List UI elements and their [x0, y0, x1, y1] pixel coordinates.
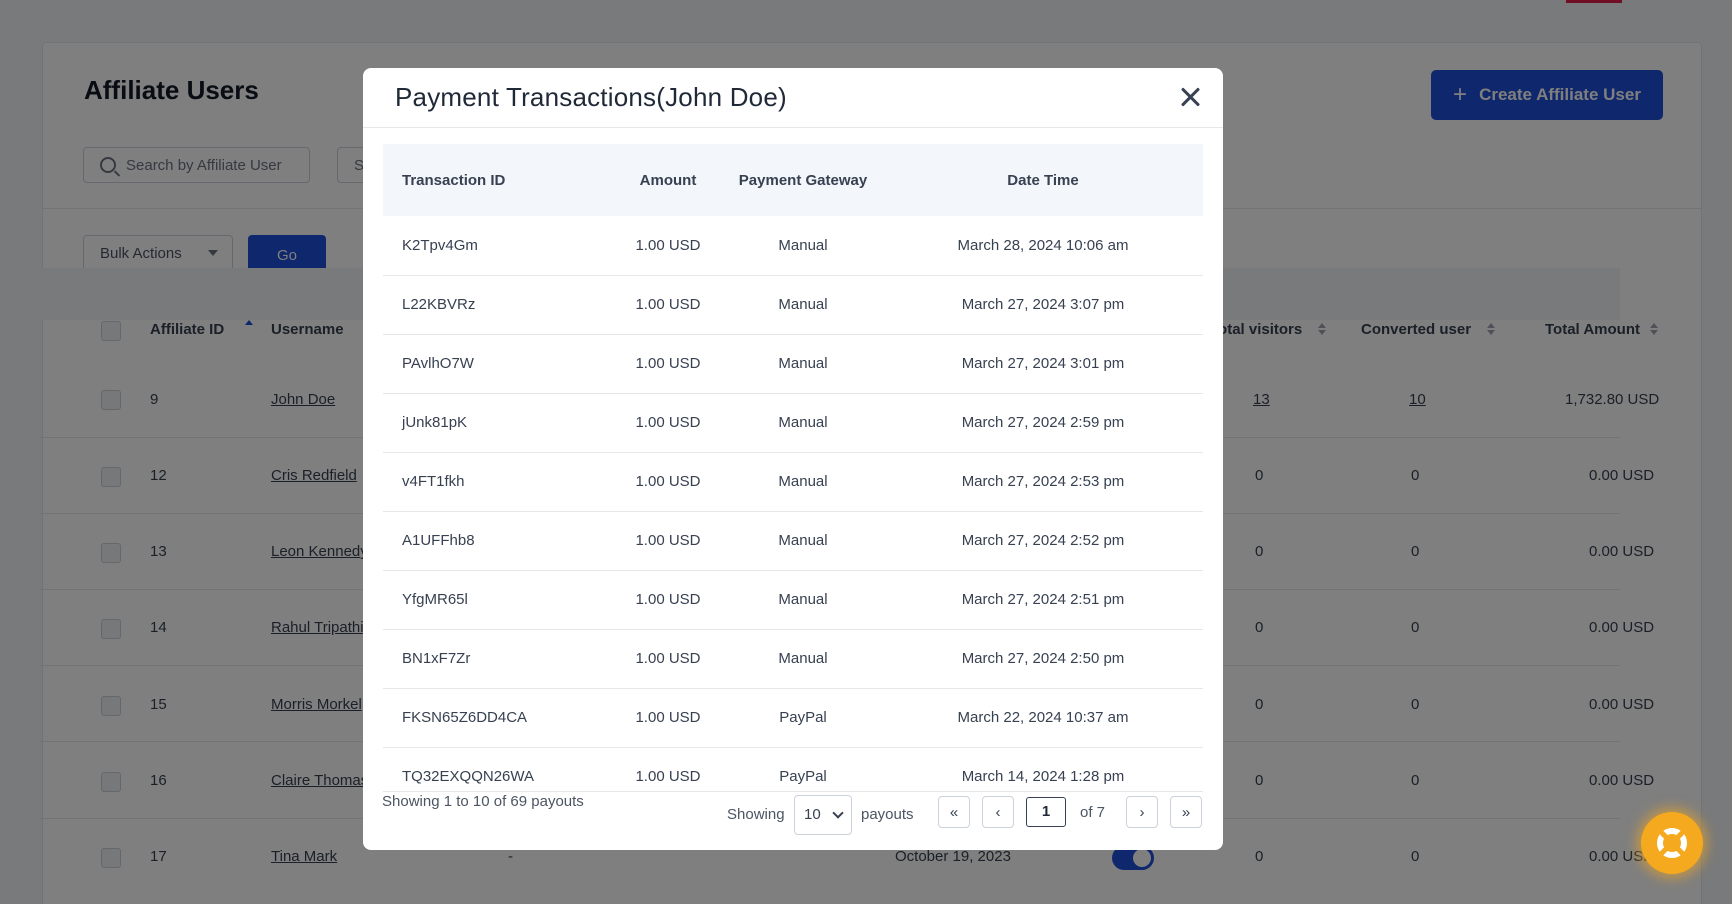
- table-row: v4FT1fkh 1.00 USD Manual March 27, 2024 …: [383, 452, 1203, 512]
- per-page-value: 10: [804, 806, 821, 823]
- modal-title: Payment Transactions(John Doe): [395, 82, 787, 112]
- transaction-datetime: March 27, 2024 2:59 pm: [883, 393, 1203, 453]
- table-row: FKSN65Z6DD4CA 1.00 USD PayPal March 22, …: [383, 688, 1203, 748]
- transaction-id: A1UFFhb8: [383, 511, 613, 571]
- transaction-datetime: March 28, 2024 10:06 am: [883, 216, 1203, 276]
- table-row: L22KBVRz 1.00 USD Manual March 27, 2024 …: [383, 275, 1203, 335]
- help-widget-icon: [1657, 828, 1687, 858]
- transaction-amount: 1.00 USD: [613, 334, 723, 394]
- table-row: YfgMR65l 1.00 USD Manual March 27, 2024 …: [383, 570, 1203, 630]
- first-page-button[interactable]: «: [938, 796, 970, 828]
- table-row: A1UFFhb8 1.00 USD Manual March 27, 2024 …: [383, 511, 1203, 571]
- transaction-id: K2Tpv4Gm: [383, 216, 613, 276]
- showing-label: Showing: [727, 806, 785, 823]
- transaction-id: FKSN65Z6DD4CA: [383, 688, 613, 748]
- transaction-id: L22KBVRz: [383, 275, 613, 335]
- transaction-amount: 1.00 USD: [613, 629, 723, 689]
- transaction-gateway: PayPal: [723, 688, 883, 748]
- transaction-amount: 1.00 USD: [613, 511, 723, 571]
- payment-transactions-modal: Payment Transactions(John Doe) Transacti…: [363, 68, 1223, 850]
- transaction-amount: 1.00 USD: [613, 393, 723, 453]
- transaction-gateway: Manual: [723, 629, 883, 689]
- transaction-id: BN1xF7Zr: [383, 629, 613, 689]
- transaction-datetime: March 27, 2024 3:07 pm: [883, 275, 1203, 335]
- transaction-gateway: Manual: [723, 216, 883, 276]
- transaction-gateway: Manual: [723, 275, 883, 335]
- column-payment-gateway: Payment Gateway: [723, 144, 883, 216]
- transaction-id: jUnk81pK: [383, 393, 613, 453]
- transaction-datetime: March 27, 2024 2:52 pm: [883, 511, 1203, 571]
- transaction-gateway: Manual: [723, 452, 883, 512]
- table-row: PAvlhO7W 1.00 USD Manual March 27, 2024 …: [383, 334, 1203, 394]
- transactions-header-row: Transaction ID Amount Payment Gateway Da…: [383, 144, 1203, 216]
- transaction-amount: 1.00 USD: [613, 216, 723, 276]
- last-page-button[interactable]: »: [1170, 796, 1202, 828]
- transaction-gateway: Manual: [723, 570, 883, 630]
- close-icon[interactable]: [1177, 84, 1203, 110]
- transaction-amount: 1.00 USD: [613, 452, 723, 512]
- transaction-gateway: Manual: [723, 393, 883, 453]
- chevron-down-icon: [832, 807, 844, 819]
- transaction-id: v4FT1fkh: [383, 452, 613, 512]
- table-row: BN1xF7Zr 1.00 USD Manual March 27, 2024 …: [383, 629, 1203, 689]
- divider: [383, 791, 1203, 792]
- transaction-datetime: March 27, 2024 2:53 pm: [883, 452, 1203, 512]
- transaction-gateway: Manual: [723, 334, 883, 394]
- per-page-select[interactable]: 10: [794, 795, 852, 835]
- table-row: jUnk81pK 1.00 USD Manual March 27, 2024 …: [383, 393, 1203, 453]
- next-page-button[interactable]: ›: [1126, 796, 1158, 828]
- payouts-label: payouts: [861, 806, 914, 823]
- transaction-datetime: March 27, 2024 2:51 pm: [883, 570, 1203, 630]
- column-amount: Amount: [613, 144, 723, 216]
- transaction-datetime: March 27, 2024 3:01 pm: [883, 334, 1203, 394]
- transaction-amount: 1.00 USD: [613, 688, 723, 748]
- transaction-datetime: March 22, 2024 10:37 am: [883, 688, 1203, 748]
- prev-page-button[interactable]: ‹: [982, 796, 1014, 828]
- transaction-gateway: Manual: [723, 511, 883, 571]
- transaction-amount: 1.00 USD: [613, 570, 723, 630]
- page-number-input[interactable]: 1: [1026, 797, 1066, 827]
- transaction-amount: 1.00 USD: [635, 768, 701, 786]
- total-pages-label: of 7: [1080, 804, 1106, 821]
- transaction-id: PAvlhO7W: [383, 334, 613, 394]
- transaction-datetime: March 27, 2024 2:50 pm: [883, 629, 1203, 689]
- results-summary: Showing 1 to 10 of 69 payouts: [382, 793, 584, 810]
- table-row: K2Tpv4Gm 1.00 USD Manual March 28, 2024 …: [383, 216, 1203, 276]
- transactions-table: Transaction ID Amount Payment Gateway Da…: [383, 144, 1203, 806]
- column-transaction-id: Transaction ID: [383, 144, 613, 216]
- transaction-amount: 1.00 USD: [613, 275, 723, 335]
- help-widget-button[interactable]: [1641, 812, 1703, 874]
- modal-header: Payment Transactions(John Doe): [363, 68, 1223, 128]
- column-date-time: Date Time: [883, 144, 1203, 216]
- transaction-id: YfgMR65l: [383, 570, 613, 630]
